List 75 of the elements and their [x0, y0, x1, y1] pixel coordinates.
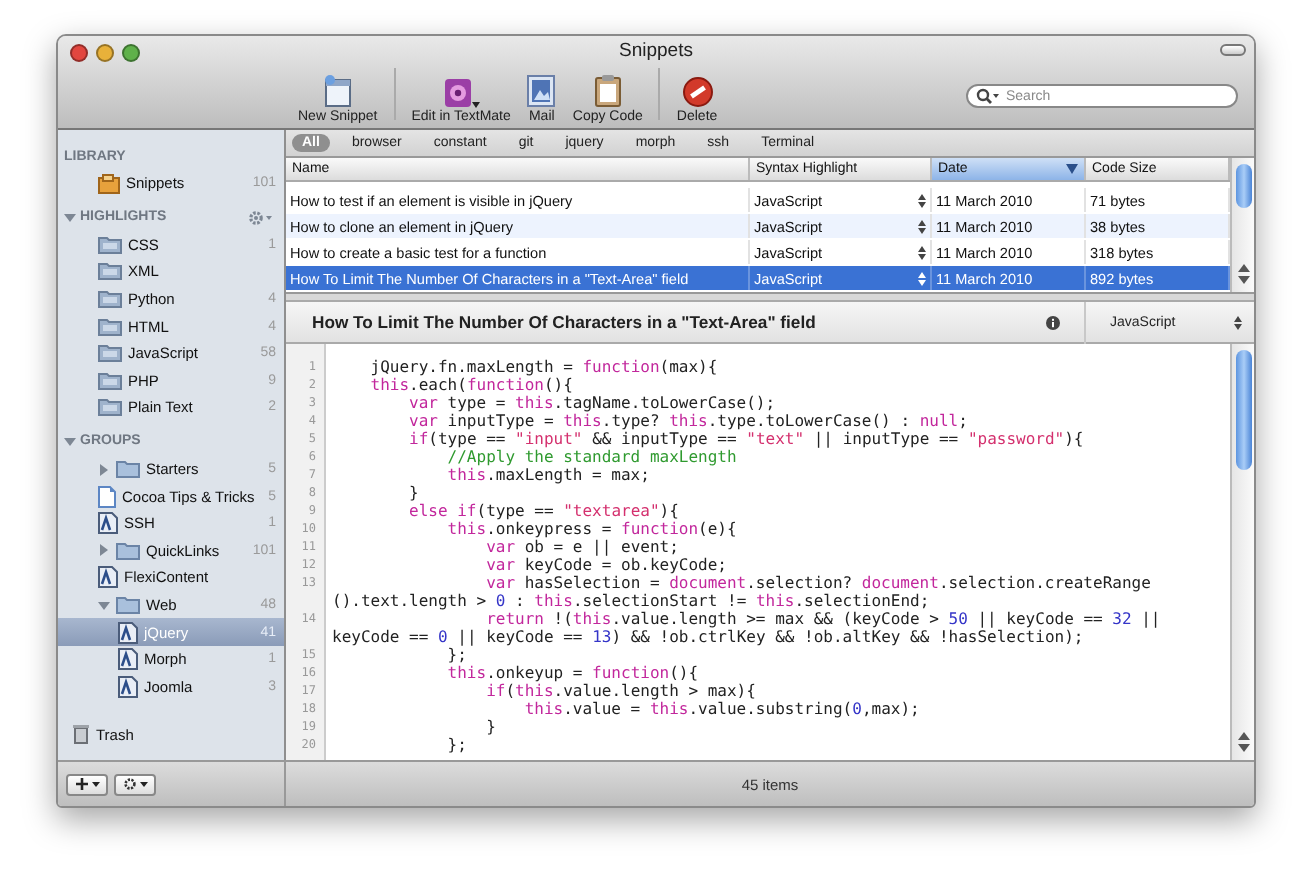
code-line: if(this.value.length > max){	[484, 682, 756, 700]
code-line: ().text.length > 0 : this.selectionStart != this.selectionEnd;	[332, 592, 930, 610]
snippet-icon	[98, 512, 118, 535]
plus-icon	[75, 778, 99, 790]
scroll-arrows-icon[interactable]	[1237, 262, 1249, 286]
code-line: this.each(function(){	[368, 376, 573, 394]
stepper-arrows-icon	[1234, 315, 1242, 329]
scroll-thumb[interactable]	[1235, 164, 1251, 208]
snippet-icon	[98, 566, 118, 589]
stepper-arrows-icon	[918, 193, 926, 207]
info-icon[interactable]	[1046, 315, 1060, 329]
folder-icon	[98, 398, 122, 417]
window-title: Snippets	[619, 40, 693, 62]
snippet-icon	[118, 648, 138, 671]
code-line: this.onkeyup = function(){	[445, 664, 699, 682]
snippet-icon	[118, 621, 138, 644]
code-line: if(type == "input" && inputType == "text" || inputType == "password"){	[407, 430, 1084, 448]
stamp-icon	[526, 74, 557, 108]
clipboard-icon	[593, 74, 622, 108]
code-line: var ob = e || event;	[484, 538, 679, 556]
code-line: this.value = this.value.substring(0,max);	[522, 700, 920, 718]
code-line: };	[445, 646, 467, 664]
add-menu-button[interactable]	[66, 773, 108, 795]
folder-icon	[98, 317, 122, 336]
box-icon	[98, 173, 120, 194]
trash-icon	[72, 724, 90, 744]
close-button[interactable]	[70, 44, 88, 62]
code-line: var hasSelection = document.selection? document.selection.createRange	[484, 574, 1151, 592]
snippet-icon	[118, 675, 138, 698]
folder-icon	[98, 262, 122, 281]
toolbar-toggle-button[interactable]	[1220, 44, 1246, 56]
gear-icon	[123, 778, 147, 790]
delete-icon	[681, 74, 714, 108]
code-line: this.onkeypress = function(e){	[445, 520, 737, 538]
snippet-title: How To Limit The Number Of Characters in a "Text-Area" field	[312, 312, 818, 332]
code-line: else if(type == "textarea"){	[407, 502, 679, 520]
code-line: }	[484, 718, 496, 736]
dropdown-arrow-icon	[471, 102, 480, 108]
folder-icon	[98, 235, 122, 254]
sort-arrow-icon	[1066, 164, 1078, 174]
stepper-arrows-icon	[918, 271, 926, 285]
scrollbar[interactable]	[1230, 158, 1254, 292]
scrollbar[interactable]	[1230, 344, 1254, 760]
document-icon	[98, 485, 116, 508]
folder-icon	[98, 371, 122, 390]
code-line: keyCode == 0 || keyCode == 13) && !ob.ctrlKey && !ob.altKey && !hasSelection);	[332, 628, 1084, 646]
disclosure-triangle-icon[interactable]	[64, 211, 76, 224]
scroll-thumb[interactable]	[1235, 350, 1251, 470]
new-document-icon	[321, 74, 354, 108]
code-line: }	[407, 484, 419, 502]
zoom-button[interactable]	[122, 44, 140, 62]
code-line: this.maxLength = max;	[445, 466, 650, 484]
code-line: };	[445, 736, 467, 754]
search-icon	[976, 88, 1000, 104]
gear-menu-icon[interactable]	[248, 209, 274, 226]
folder-icon	[116, 541, 140, 560]
code-line: return !(this.value.length >= max && (keyCode > 50 || keyCode == 32 ||	[484, 610, 1161, 628]
folder-icon	[116, 460, 140, 479]
disclosure-triangle-icon[interactable]	[98, 544, 110, 557]
code-line: //Apply the standard maxLength	[445, 448, 737, 466]
flower-icon	[443, 78, 472, 108]
stepper-arrows-icon	[918, 245, 926, 259]
disclosure-triangle-icon[interactable]	[98, 463, 110, 476]
action-menu-button[interactable]	[114, 773, 156, 795]
code-line: var inputType = this.type? this.type.toLowerCase() : null;	[407, 412, 968, 430]
code-line: jQuery.fn.maxLength = function(max){	[368, 358, 718, 376]
disclosure-triangle-icon[interactable]	[64, 435, 76, 448]
minimize-button[interactable]	[96, 44, 114, 62]
code-line: var type = this.tagName.toLowerCase();	[407, 394, 776, 412]
code-line: var keyCode = ob.keyCode;	[484, 556, 727, 574]
stepper-arrows-icon	[918, 219, 926, 233]
folder-icon	[98, 344, 122, 363]
folder-icon	[98, 290, 122, 309]
disclosure-triangle-icon[interactable]	[98, 599, 110, 612]
scroll-arrows-icon[interactable]	[1237, 730, 1249, 754]
